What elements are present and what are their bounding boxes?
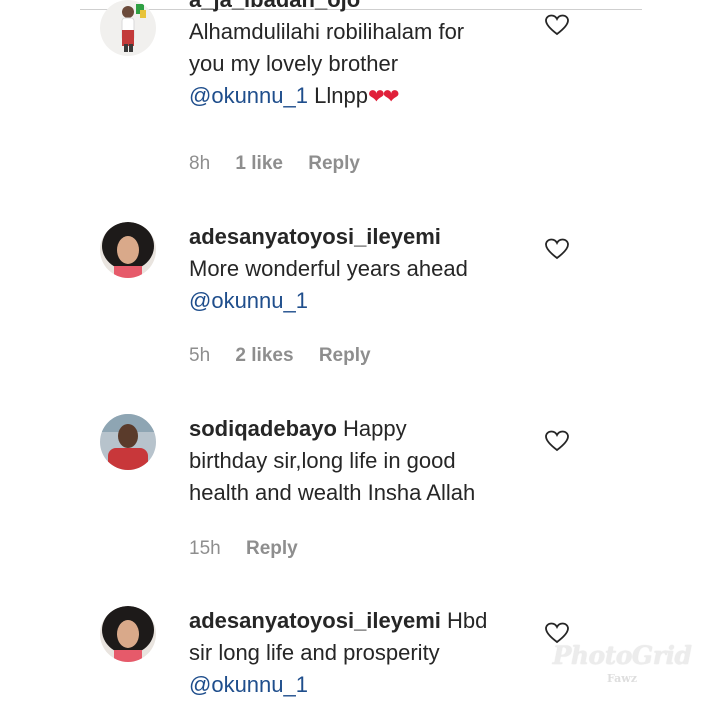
avatar[interactable] bbox=[100, 606, 156, 662]
comment-time: 15h bbox=[189, 538, 221, 559]
avatar[interactable] bbox=[100, 0, 156, 56]
mention-link[interactable]: @okunnu_1 bbox=[189, 288, 308, 313]
like-heart-icon[interactable] bbox=[545, 430, 569, 452]
comment-line: you my lovely brother bbox=[189, 51, 399, 76]
comment-line: sir long life and prosperity bbox=[189, 640, 440, 665]
mention-link[interactable]: @okunnu_1 bbox=[189, 83, 308, 108]
avatar[interactable] bbox=[100, 414, 156, 470]
heart-emoji: ❤❤ bbox=[367, 86, 399, 108]
reply-button[interactable]: Reply bbox=[319, 345, 371, 367]
comment-username[interactable]: sodiqadebayo bbox=[189, 416, 337, 441]
comment-text: sodiqadebayo Happy birthday sir,long lif… bbox=[189, 413, 529, 509]
watermark-logo: PhotoGrid bbox=[552, 641, 692, 670]
avatar[interactable] bbox=[100, 222, 156, 278]
comment-meta: 8h 1 like Reply bbox=[189, 153, 380, 175]
likes-count[interactable]: 2 likes bbox=[235, 345, 293, 367]
mention-link[interactable]: @okunnu_1 bbox=[189, 672, 308, 697]
comment-meta: 5h 2 likes Reply bbox=[189, 345, 391, 367]
comment-text: adesanyatoyosi_ileyemi Hbd sir long life… bbox=[189, 605, 529, 701]
comment-tail: Llnpp bbox=[307, 83, 368, 108]
watermark-sub: Fawz bbox=[606, 672, 638, 685]
comment-line: Happy bbox=[336, 416, 407, 441]
comment-line: Alhamdulilahi robilihalam for bbox=[189, 19, 465, 44]
comment-line: More wonderful years ahead bbox=[189, 256, 468, 281]
photogrid-watermark: PhotoGrid Fawz bbox=[552, 641, 692, 685]
comment-line: birthday sir,long life in good bbox=[189, 448, 456, 473]
like-heart-icon[interactable] bbox=[545, 238, 569, 260]
comment-time: 8h bbox=[189, 153, 211, 174]
comment-text: adesanyatoyosi_ileyemi More wonderful ye… bbox=[189, 221, 529, 317]
reply-button[interactable]: Reply bbox=[308, 153, 360, 175]
comment-text: a_ja_ibadan_ojo Alhamdulilahi robilihala… bbox=[189, 0, 529, 113]
comment-time: 5h bbox=[189, 345, 211, 366]
comment-username[interactable]: a_ja_ibadan_ojo bbox=[189, 0, 360, 12]
comment-line: Hbd bbox=[440, 608, 488, 633]
like-heart-icon[interactable] bbox=[545, 14, 569, 36]
comment-meta: 15h Reply bbox=[189, 538, 318, 560]
reply-button[interactable]: Reply bbox=[246, 538, 298, 560]
comment-line: health and wealth Insha Allah bbox=[189, 480, 476, 505]
likes-count[interactable]: 1 like bbox=[235, 153, 283, 175]
comment-username[interactable]: adesanyatoyosi_ileyemi bbox=[189, 608, 441, 633]
comment-username[interactable]: adesanyatoyosi_ileyemi bbox=[189, 224, 441, 249]
